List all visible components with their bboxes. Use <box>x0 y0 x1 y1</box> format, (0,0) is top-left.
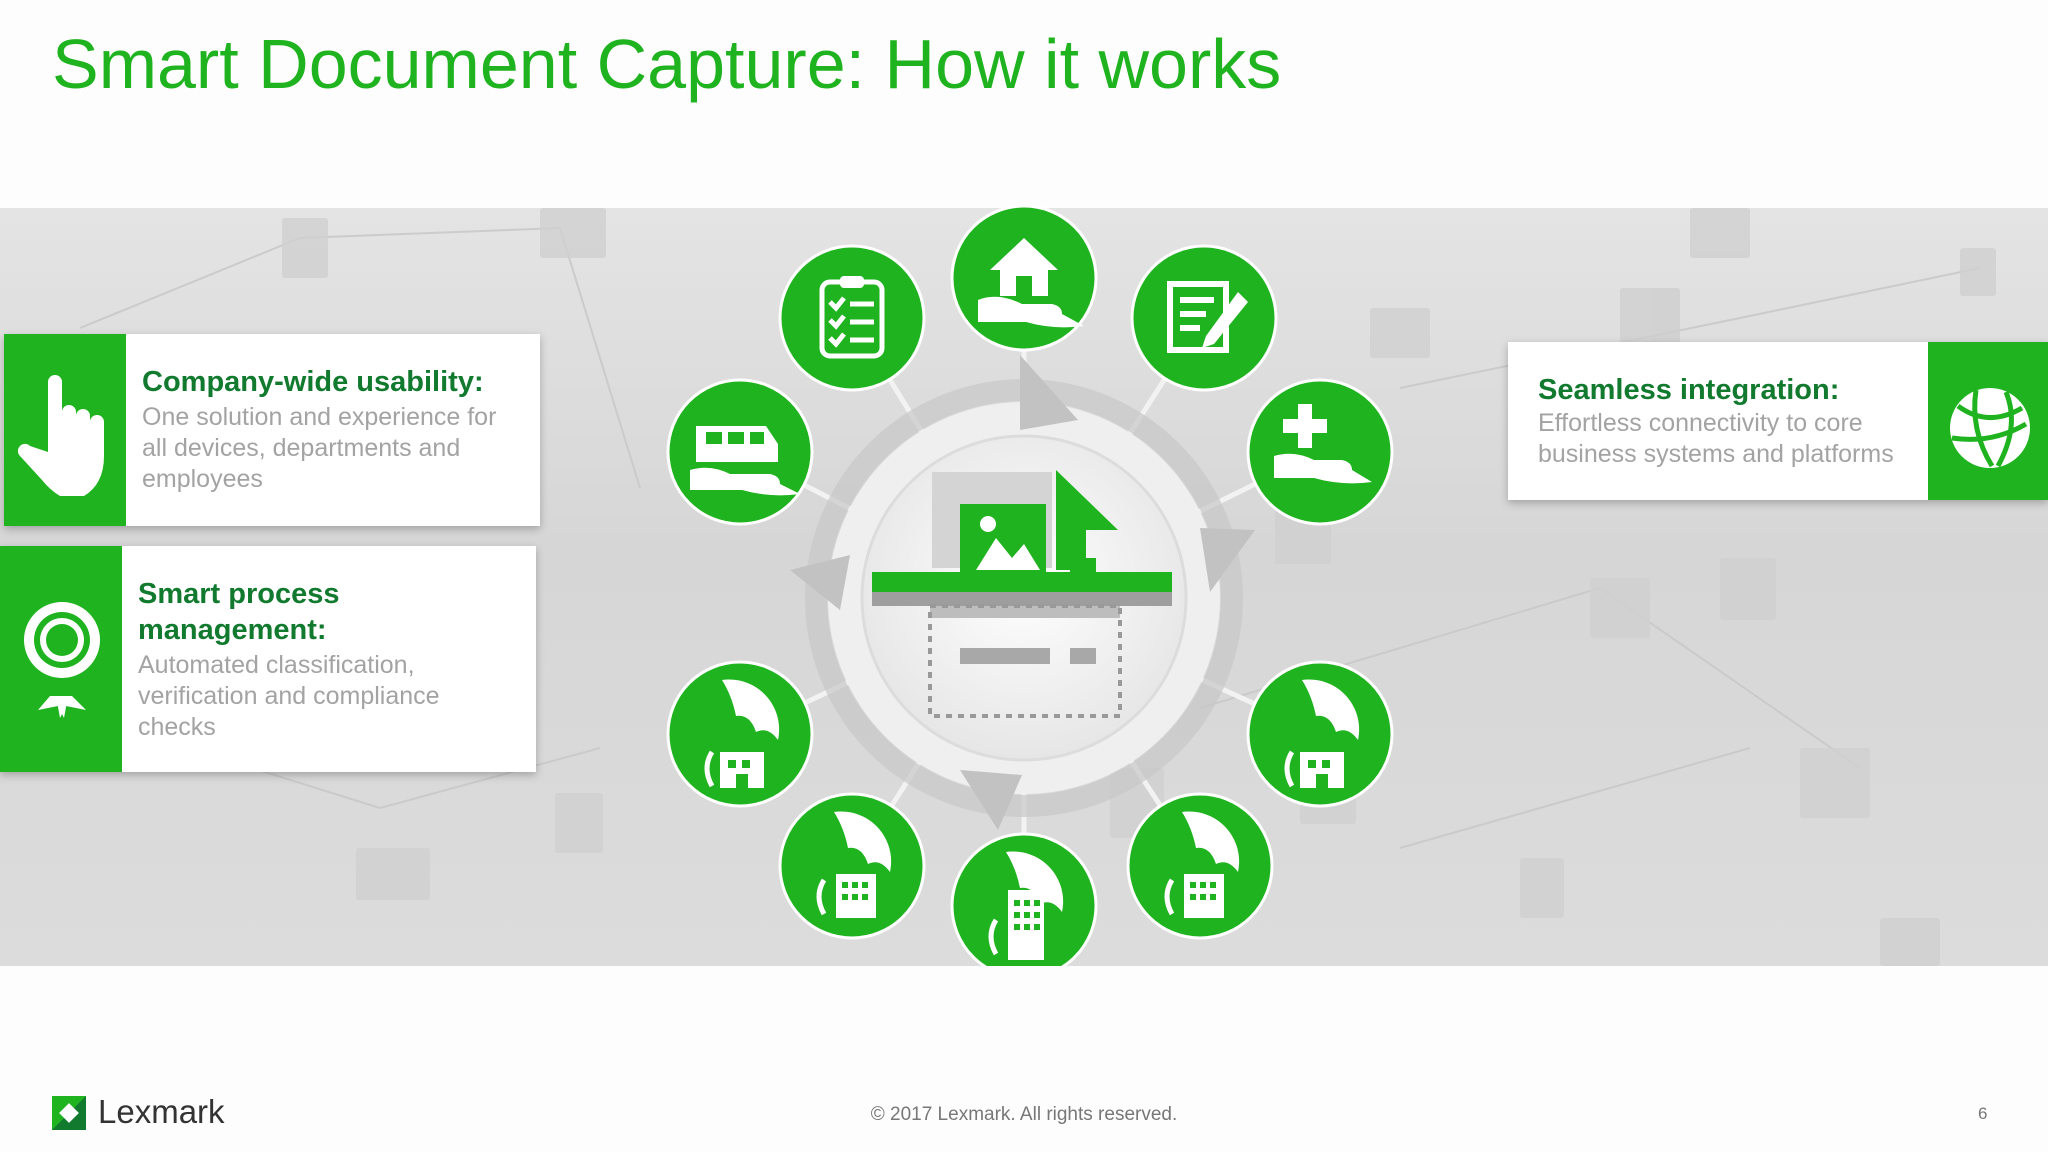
integration-heading: Seamless integration: <box>1538 374 1840 406</box>
integration-description: Effortless connectivity to core business… <box>1538 408 1894 470</box>
ring-icon-umbrella-right <box>1246 660 1394 808</box>
process-card: Smart process management: Automated clas… <box>0 546 536 772</box>
usability-card: Company-wide usability: One solution and… <box>4 334 540 526</box>
ring-icon-umbrella-bottom <box>950 832 1098 966</box>
process-heading-line-1: Smart process <box>138 578 340 610</box>
integration-line-1: Effortless connectivity to core <box>1538 409 1863 437</box>
process-heading-line-2: management: <box>138 614 327 646</box>
ring-icon-umbrella-lower-left <box>778 792 926 940</box>
ring-icon-umbrella-lower-right <box>1126 792 1274 940</box>
integration-card: Seamless integration: Effortless connect… <box>1508 342 2048 500</box>
ring-icon-checklist <box>778 244 926 392</box>
usability-line-3: employees <box>142 465 263 493</box>
page-number: 6 <box>1978 1104 1988 1123</box>
globe-icon <box>1928 342 2048 500</box>
award-badge-icon <box>0 546 122 772</box>
process-line-3: checks <box>138 713 216 741</box>
usability-line-1: One solution and experience for <box>142 403 497 431</box>
ring-icon-van <box>666 378 814 526</box>
process-line-1: Automated classification, <box>138 651 415 679</box>
usability-heading: Company-wide usability: <box>142 366 484 398</box>
process-line-2: verification and compliance <box>138 682 440 710</box>
integration-line-2: business systems and platforms <box>1538 440 1894 468</box>
ring-icon-medical <box>1246 378 1394 526</box>
process-heading: Smart process management: <box>138 576 340 648</box>
ring-icon-edit-document <box>1130 244 1278 392</box>
ring-icon-umbrella-left <box>666 660 814 808</box>
usability-description: One solution and experience for all devi… <box>142 402 496 495</box>
ring-icon-home <box>950 204 1098 352</box>
process-description: Automated classification, verification a… <box>138 650 440 743</box>
usability-line-2: all devices, departments and <box>142 434 461 462</box>
hand-pointer-icon <box>4 334 126 526</box>
copyright-text: © 2017 Lexmark. All rights reserved. <box>870 1104 1178 1125</box>
